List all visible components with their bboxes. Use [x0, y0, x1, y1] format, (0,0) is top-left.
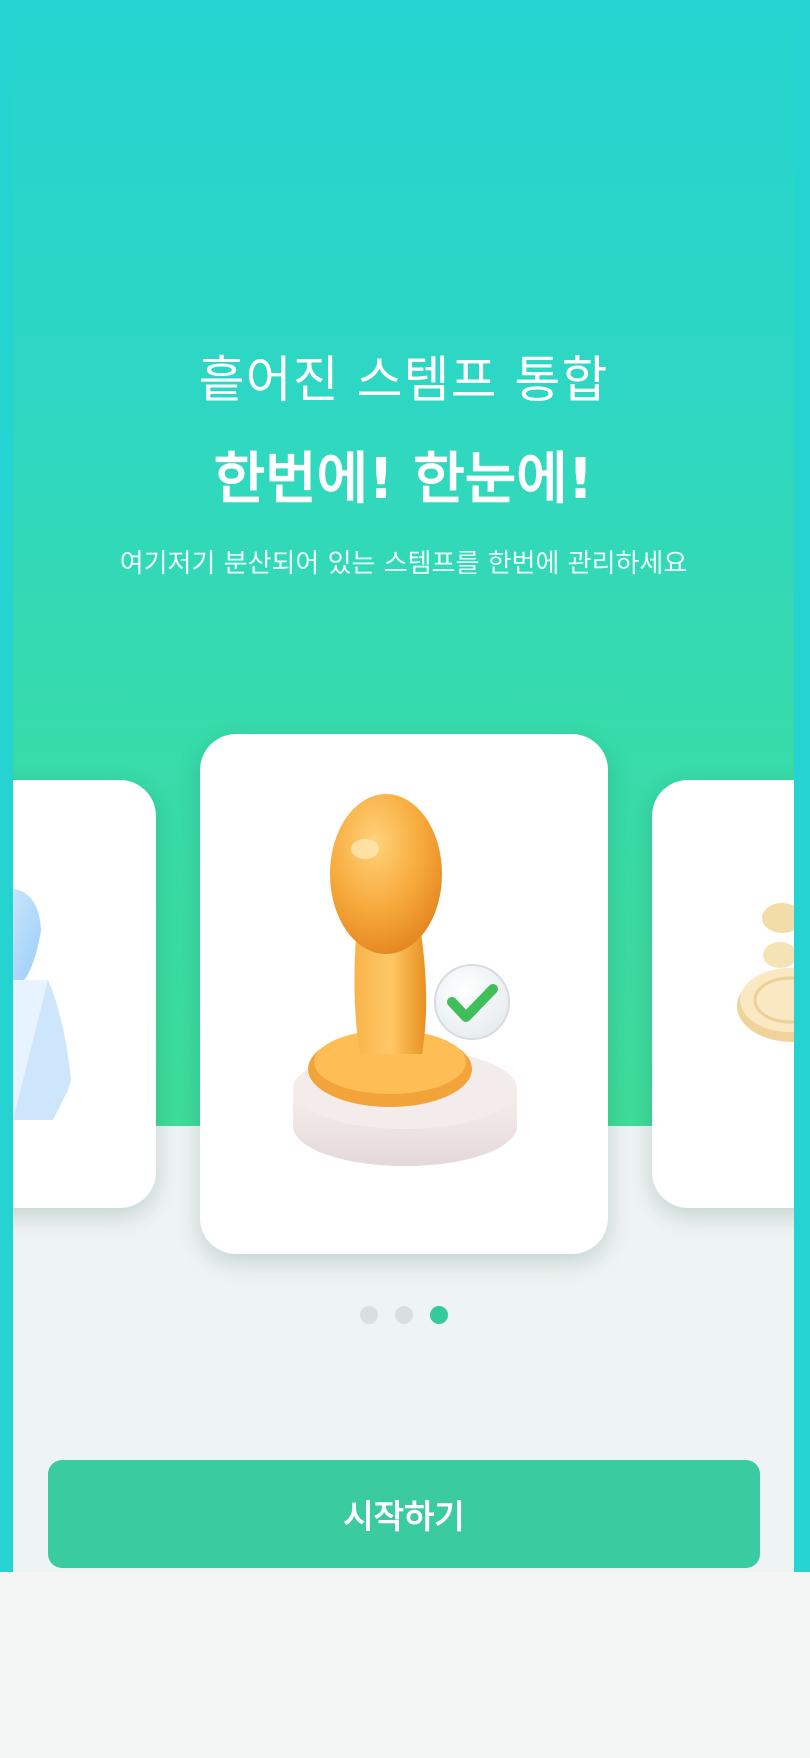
title-line-2: 한번에! 한눈에! [213, 447, 594, 512]
blue-stamp-icon [13, 888, 71, 1120]
page-indicator [13, 1306, 794, 1326]
page-dot-3-active[interactable] [429, 1306, 448, 1324]
page-dot-1[interactable] [359, 1306, 378, 1324]
onboarding-screen: 흩어진 스템프 통합 한번에! 한눈에! 여기저기 분산되어 있는 스템프를 한… [13, 0, 794, 1572]
carousel-card-current[interactable] [200, 734, 608, 1254]
page-dot-2[interactable] [394, 1306, 413, 1324]
gold-coins-icon [737, 903, 794, 1042]
title-line-1: 흩어진 스템프 통합 [198, 351, 609, 409]
subtitle: 여기저기 분산되어 있는 스템프를 한번에 관리하세요 [119, 549, 688, 579]
start-button[interactable]: 시작하기 [48, 1460, 760, 1568]
carousel-card-next[interactable] [652, 780, 794, 1208]
orange-stamp-check-icon [293, 794, 517, 1166]
carousel-card-previous[interactable] [13, 780, 156, 1208]
